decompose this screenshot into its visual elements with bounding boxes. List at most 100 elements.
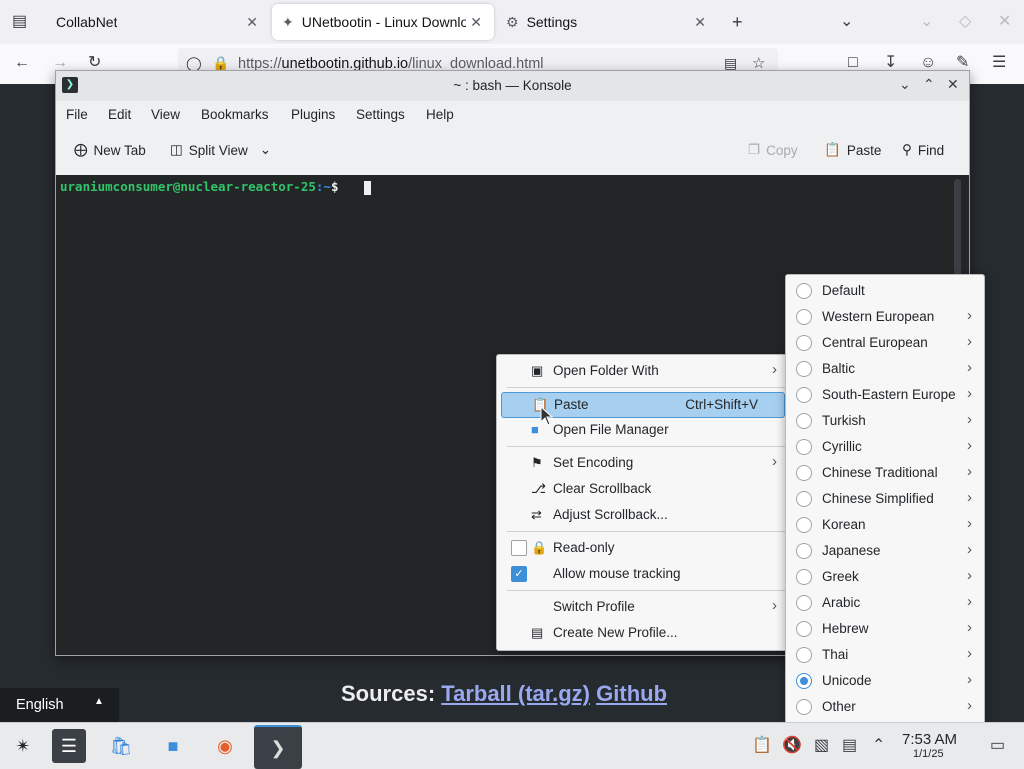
clear-scrollback-item[interactable]: ⎇ Clear Scrollback — [501, 477, 785, 501]
find-button[interactable]: ⚲ Find — [902, 142, 944, 158]
new-tab-plus-icon[interactable]: + — [732, 13, 743, 31]
encoding-item-central-european[interactable]: Central European › — [790, 331, 980, 355]
battery-icon[interactable]: ▧ — [814, 738, 829, 754]
chevron-down-icon[interactable]: ⌄ — [840, 14, 853, 30]
minimize-icon[interactable]: ⌄ — [920, 14, 933, 30]
close-icon[interactable]: ✕ — [246, 14, 258, 31]
radio-button-selected[interactable] — [796, 673, 812, 689]
radio-button[interactable] — [796, 647, 812, 663]
paste-button[interactable]: 📋 Paste — [824, 142, 881, 158]
radio-button[interactable] — [796, 413, 812, 429]
menu-bookmarks[interactable]: Bookmarks — [201, 107, 269, 122]
encoding-item-western-european[interactable]: Western European › — [790, 305, 980, 329]
create-new-profile-item[interactable]: ▤ Create New Profile... — [501, 621, 785, 645]
konsole-titlebar[interactable]: ❯ ~ : bash — Konsole ⌄ ⌃ ✕ — [56, 71, 969, 101]
minimize-icon[interactable]: ⌄ — [899, 77, 911, 91]
language-select[interactable]: English ▲ — [0, 688, 119, 722]
radio-button[interactable] — [796, 569, 812, 585]
tab-settings[interactable]: ⚙ Settings ✕ — [498, 0, 716, 44]
menu-plugins[interactable]: Plugins — [291, 107, 335, 122]
bookmark-star-icon[interactable]: ☆ — [752, 56, 765, 71]
menu-edit[interactable]: Edit — [108, 107, 131, 122]
pocket-icon[interactable]: □ — [848, 55, 858, 71]
close-icon[interactable]: ✕ — [947, 77, 959, 91]
maximize-icon[interactable]: ◇ — [959, 14, 971, 30]
github-link[interactable]: Github — [596, 681, 667, 706]
radio-button[interactable] — [796, 595, 812, 611]
software-store-icon[interactable]: 🛍 — [104, 729, 138, 763]
clock-date[interactable]: 1/1/25 — [913, 748, 944, 760]
encoding-item-hebrew[interactable]: Hebrew › — [790, 617, 980, 641]
menu-help[interactable]: Help — [426, 107, 454, 122]
encoding-item-chinese-traditional[interactable]: Chinese Traditional › — [790, 461, 980, 485]
file-manager-icon[interactable]: ■ — [156, 729, 190, 763]
adjust-scrollback-item[interactable]: ⇄ Adjust Scrollback... — [501, 503, 785, 527]
tab-collabnet[interactable]: CollabNet ✕ — [42, 0, 268, 44]
allow-mouse-tracking-item[interactable]: ✓ Allow mouse tracking — [501, 562, 785, 586]
tab-unetbootin[interactable]: ✦ UNetbootin - Linux Downlo ✕ — [272, 4, 494, 40]
read-only-item[interactable]: 🔒 Read-only — [501, 536, 785, 560]
radio-button[interactable] — [796, 283, 812, 299]
menu-view[interactable]: View — [151, 107, 180, 122]
tarball-link[interactable]: Tarball (tar.gz) — [441, 681, 590, 706]
encoding-item-arabic[interactable]: Arabic › — [790, 591, 980, 615]
encoding-item-chinese-simplified[interactable]: Chinese Simplified › — [790, 487, 980, 511]
radio-button[interactable] — [796, 465, 812, 481]
encoding-item-greek[interactable]: Greek › — [790, 565, 980, 589]
hamburger-menu-icon[interactable]: ☰ — [992, 55, 1006, 71]
reader-view-icon[interactable]: ▤ — [724, 56, 737, 70]
close-window-icon[interactable]: ✕ — [998, 14, 1011, 30]
open-folder-with-item[interactable]: ▣ Open Folder With › — [501, 359, 785, 383]
menu-settings[interactable]: Settings — [356, 107, 405, 122]
mouse-tracking-checkbox[interactable]: ✓ — [511, 566, 527, 582]
download-icon[interactable]: ↧ — [884, 55, 897, 71]
extensions-icon[interactable]: ✎ — [956, 55, 969, 71]
split-view-button[interactable]: ◫ Split View ⌄ — [170, 142, 271, 158]
new-tab-button[interactable]: ⨁ New Tab — [74, 142, 146, 158]
radio-button[interactable] — [796, 699, 812, 715]
close-icon[interactable]: ✕ — [694, 14, 706, 31]
maximize-icon[interactable]: ⌃ — [923, 77, 935, 91]
radio-button[interactable] — [796, 335, 812, 351]
firefox-icon[interactable]: ◉ — [208, 729, 242, 763]
encoding-item-default[interactable]: Default — [790, 279, 980, 303]
application-launcher-icon[interactable]: ✴ — [6, 729, 40, 763]
encoding-item-south-eastern-europe[interactable]: South-Eastern Europe › — [790, 383, 980, 407]
account-icon[interactable]: ☺ — [920, 55, 936, 71]
reload-icon[interactable]: ↻ — [88, 55, 101, 71]
encoding-item-thai[interactable]: Thai › — [790, 643, 980, 667]
radio-button[interactable] — [796, 517, 812, 533]
network-icon[interactable]: ▤ — [842, 738, 857, 754]
clipboard-icon[interactable]: 📋 — [752, 738, 772, 754]
forward-arrow-icon[interactable]: → — [52, 55, 68, 71]
back-arrow-icon[interactable]: ← — [14, 55, 30, 71]
radio-button[interactable] — [796, 309, 812, 325]
encoding-item-unicode[interactable]: Unicode › — [790, 669, 980, 693]
radio-button[interactable] — [796, 361, 812, 377]
copy-button[interactable]: ❐ Copy — [748, 142, 798, 158]
encoding-item-other[interactable]: Other › — [790, 695, 980, 719]
read-only-checkbox[interactable] — [511, 540, 527, 556]
chevron-right-icon: › — [967, 359, 972, 376]
show-desktop-icon[interactable]: ▭ — [990, 738, 1005, 754]
encoding-item-cyrillic[interactable]: Cyrillic › — [790, 435, 980, 459]
konsole-taskbar-icon[interactable]: ❯ — [254, 725, 302, 769]
close-icon[interactable]: ✕ — [470, 14, 482, 31]
volume-muted-icon[interactable]: 🔇 — [782, 738, 802, 754]
encoding-item-korean[interactable]: Korean › — [790, 513, 980, 537]
encoding-item-turkish[interactable]: Turkish › — [790, 409, 980, 433]
radio-button[interactable] — [796, 621, 812, 637]
chevron-up-icon[interactable]: ⌃ — [872, 738, 885, 754]
settings-sliders-icon[interactable]: ☰ — [52, 729, 86, 763]
menu-file[interactable]: File — [66, 107, 88, 122]
encoding-item-baltic[interactable]: Baltic › — [790, 357, 980, 381]
radio-button[interactable] — [796, 387, 812, 403]
radio-button[interactable] — [796, 439, 812, 455]
radio-button[interactable] — [796, 543, 812, 559]
switch-profile-item[interactable]: Switch Profile › — [501, 595, 785, 619]
clock-time[interactable]: 7:53 AM — [902, 731, 957, 748]
tab-list-icon[interactable]: ▤ — [12, 14, 27, 30]
set-encoding-item[interactable]: ⚑ Set Encoding › — [501, 451, 785, 475]
encoding-item-japanese[interactable]: Japanese › — [790, 539, 980, 563]
radio-button[interactable] — [796, 491, 812, 507]
